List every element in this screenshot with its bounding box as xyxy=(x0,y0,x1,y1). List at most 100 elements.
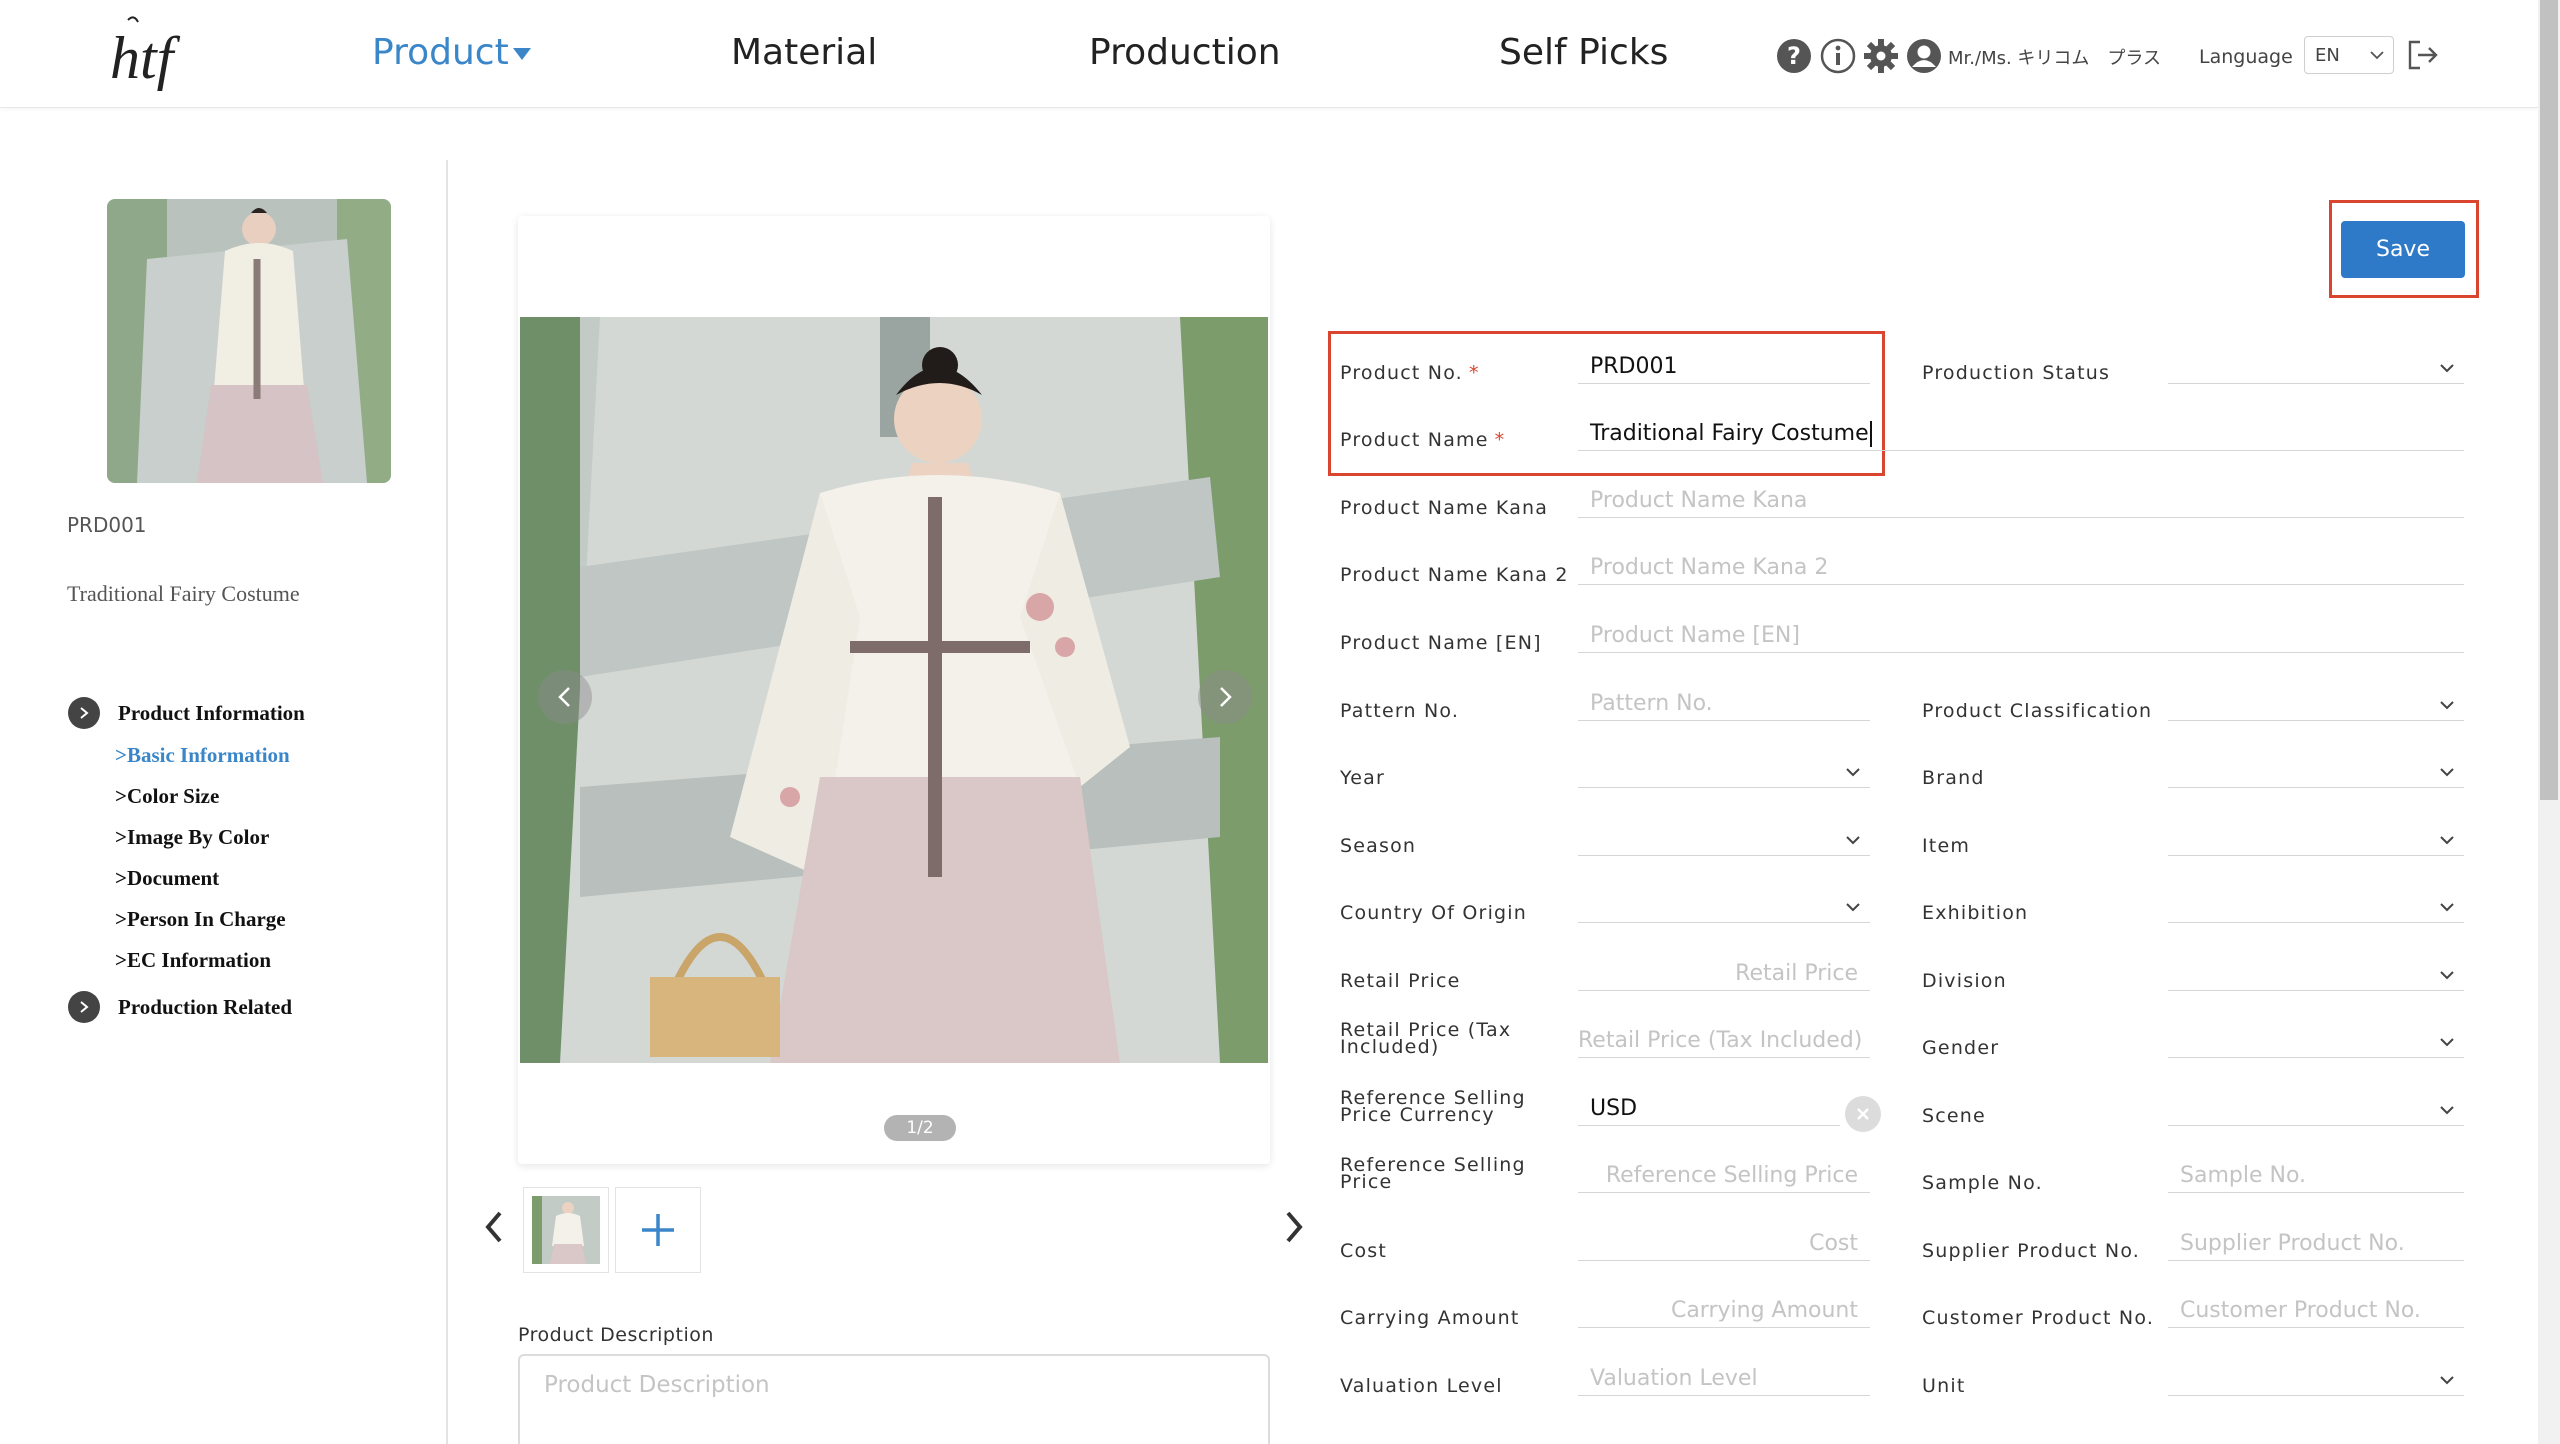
valuation-level-input[interactable]: Valuation Level xyxy=(1578,1362,1870,1396)
save-button[interactable]: Save xyxy=(2341,221,2465,278)
product-name-kana2-input[interactable]: Product Name Kana 2 xyxy=(1578,551,2464,585)
nav-product[interactable]: Product xyxy=(372,32,531,73)
sidebar-product-thumbnail xyxy=(107,199,391,483)
customer-product-no-label: Customer Product No. xyxy=(1922,1307,2155,1329)
nav-material[interactable]: Material xyxy=(731,32,877,73)
sample-no-label: Sample No. xyxy=(1922,1172,2043,1194)
chevron-down-icon xyxy=(1846,768,1860,777)
svg-text:?: ? xyxy=(1787,42,1801,70)
user-icon[interactable] xyxy=(1906,38,1942,74)
brand-logo[interactable]: htf xyxy=(108,12,192,96)
reference-price-input[interactable]: Reference Selling Price xyxy=(1578,1159,1870,1193)
help-icon[interactable]: ? xyxy=(1776,38,1812,74)
text-cursor xyxy=(1869,421,1872,447)
sidebar-item-ec-information[interactable]: >EC Information xyxy=(115,948,271,973)
chevron-down-icon xyxy=(2440,1376,2454,1385)
chevron-down-icon xyxy=(2440,1038,2454,1047)
sidebar-product-name: Traditional Fairy Costume xyxy=(67,581,300,606)
sidebar-item-label: Image By Color xyxy=(126,825,270,849)
sidebar-product-code: PRD001 xyxy=(67,513,147,537)
sidebar-item-basic-information[interactable]: >Basic Information xyxy=(115,743,290,768)
retail-price-tax-label: Retail Price (Tax Included) xyxy=(1340,1019,1512,1058)
gear-icon[interactable] xyxy=(1863,38,1899,74)
logout-icon[interactable] xyxy=(2406,38,2440,72)
scene-label: Scene xyxy=(1922,1105,1986,1127)
image-pager: 1/2 xyxy=(884,1115,956,1141)
user-name[interactable]: Mr./Ms. キリコム プラス xyxy=(1948,44,2161,70)
next-image-button[interactable] xyxy=(1198,670,1252,724)
exhibition-select[interactable] xyxy=(2168,889,2464,923)
chevron-right-circle-icon xyxy=(68,697,100,729)
chevron-down-icon xyxy=(1846,836,1860,845)
label-text: Product No. xyxy=(1340,362,1463,384)
page-scrollbar-thumb[interactable] xyxy=(2540,0,2558,800)
pattern-no-label: Pattern No. xyxy=(1340,700,1460,722)
close-icon xyxy=(1857,1108,1869,1120)
pattern-no-input[interactable]: Pattern No. xyxy=(1578,687,1870,721)
thumbnail-prev-button[interactable] xyxy=(480,1207,508,1247)
sidebar-item-document[interactable]: >Document xyxy=(115,866,219,891)
info-icon[interactable] xyxy=(1820,38,1856,74)
sidebar-group-label: Product Information xyxy=(118,700,305,725)
scene-select[interactable] xyxy=(2168,1092,2464,1126)
year-select[interactable] xyxy=(1578,754,1870,788)
product-name-en-input[interactable]: Product Name [EN] xyxy=(1578,619,2464,653)
exhibition-label: Exhibition xyxy=(1922,902,2029,924)
product-name-input[interactable]: Traditional Fairy Costume xyxy=(1578,417,2464,451)
country-of-origin-label: Country Of Origin xyxy=(1340,902,1528,924)
sidebar-group-product-information[interactable]: Product Information xyxy=(68,697,305,729)
chevron-down-icon xyxy=(2440,971,2454,980)
sidebar-item-image-by-color[interactable]: >Image By Color xyxy=(115,825,269,850)
reference-currency-label: Reference Selling Price Currency xyxy=(1340,1087,1526,1126)
sidebar-item-label: EC Information xyxy=(126,948,272,972)
supplier-product-no-label: Supplier Product No. xyxy=(1922,1240,2141,1262)
unit-select[interactable] xyxy=(2168,1362,2464,1396)
unit-label: Unit xyxy=(1922,1375,1966,1397)
chevron-down-icon xyxy=(2370,51,2384,60)
reference-price-label: Reference Selling Price xyxy=(1340,1154,1526,1193)
sidebar-divider xyxy=(446,160,448,1444)
required-mark: * xyxy=(1494,429,1506,451)
cost-input[interactable]: Cost xyxy=(1578,1227,1870,1261)
brand-select[interactable] xyxy=(2168,754,2464,788)
chevron-down-icon xyxy=(2440,364,2454,373)
carrying-amount-input[interactable]: Carrying Amount xyxy=(1578,1294,1870,1328)
sidebar-group-production-related[interactable]: Production Related xyxy=(68,991,292,1023)
nav-production[interactable]: Production xyxy=(1089,32,1281,73)
product-no-input[interactable]: PRD001 xyxy=(1578,350,1870,384)
production-status-select[interactable] xyxy=(2168,350,2464,384)
product-classification-label: Product Classification xyxy=(1922,700,2153,722)
chevron-right-icon xyxy=(1220,687,1232,707)
season-select[interactable] xyxy=(1578,822,1870,856)
product-description-textarea[interactable]: Product Description xyxy=(518,1354,1270,1444)
sidebar-item-color-size[interactable]: >Color Size xyxy=(115,784,219,809)
chevron-left-icon xyxy=(558,687,570,707)
sidebar-group-label: Production Related xyxy=(118,994,293,1019)
nav-self-picks[interactable]: Self Picks xyxy=(1499,32,1668,73)
customer-product-no-input[interactable]: Customer Product No. xyxy=(2168,1294,2464,1328)
thumbnail-next-button[interactable] xyxy=(1280,1207,1308,1247)
nav-product-label: Product xyxy=(372,32,509,73)
clear-currency-button[interactable] xyxy=(1845,1096,1881,1132)
sidebar-item-person-in-charge[interactable]: >Person In Charge xyxy=(115,907,286,932)
country-of-origin-select[interactable] xyxy=(1578,889,1870,923)
prev-image-button[interactable] xyxy=(538,670,592,724)
image-thumbnail[interactable] xyxy=(523,1187,609,1273)
product-no-label: Product No. * xyxy=(1340,362,1480,384)
retail-price-tax-input[interactable]: Retail Price (Tax Included) xyxy=(1578,1024,1870,1058)
product-description-label: Product Description xyxy=(518,1324,714,1346)
add-image-button[interactable] xyxy=(615,1187,701,1273)
reference-currency-select[interactable]: USD xyxy=(1578,1092,1840,1126)
language-select[interactable]: EN xyxy=(2304,36,2394,74)
chevron-down-icon xyxy=(2440,903,2454,912)
product-name-kana-input[interactable]: Product Name Kana xyxy=(1578,484,2464,518)
gender-select[interactable] xyxy=(2168,1024,2464,1058)
sample-no-input[interactable]: Sample No. xyxy=(2168,1159,2464,1193)
division-select[interactable] xyxy=(2168,957,2464,991)
required-mark: * xyxy=(1468,362,1480,384)
supplier-product-no-input[interactable]: Supplier Product No. xyxy=(2168,1227,2464,1261)
chevron-down-icon xyxy=(2440,836,2454,845)
item-select[interactable] xyxy=(2168,822,2464,856)
product-classification-select[interactable] xyxy=(2168,687,2464,721)
retail-price-input[interactable]: Retail Price xyxy=(1578,957,1870,991)
